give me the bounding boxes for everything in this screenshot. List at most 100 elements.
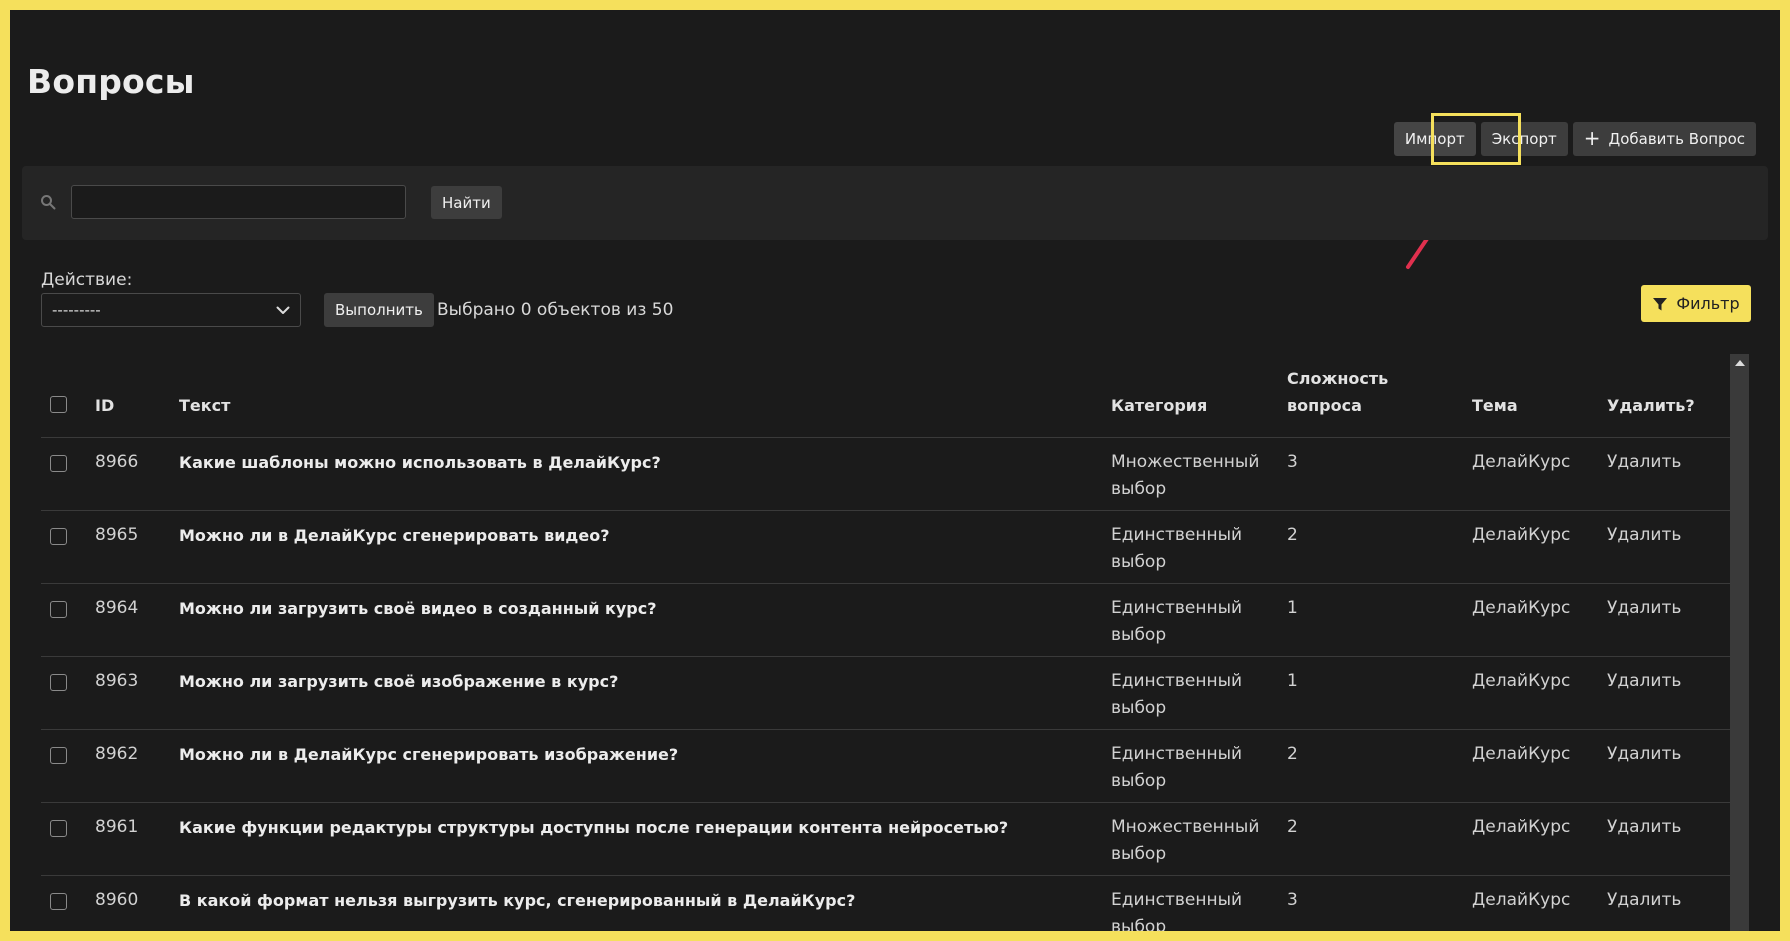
row-delete-link[interactable]: Удалить [1607, 522, 1681, 549]
row-category: Единственный выбор [1111, 887, 1271, 931]
row-id[interactable]: 8961 [95, 814, 138, 841]
row-category-line2: выбор [1111, 844, 1167, 864]
table-row: 8960 В какой формат нельзя выгрузить кур… [41, 876, 1730, 931]
row-text[interactable]: Можно ли в ДелайКурс сгенерировать изобр… [179, 741, 678, 768]
header-difficulty-line1: Сложность [1287, 369, 1389, 388]
row-id[interactable]: 8966 [95, 449, 138, 476]
chevron-down-icon [276, 306, 290, 314]
row-difficulty: 3 [1287, 890, 1298, 910]
row-text[interactable]: Можно ли загрузить своё изображение в ку… [179, 668, 618, 695]
search-input[interactable] [71, 185, 406, 219]
row-id[interactable]: 8960 [95, 887, 138, 914]
table-row: 8962 Можно ли в ДелайКурс сгенерировать … [41, 730, 1730, 803]
row-difficulty: 1 [1287, 598, 1298, 618]
scroll-up-icon[interactable] [1735, 360, 1745, 366]
header-text[interactable]: Текст [179, 392, 230, 419]
row-topic: ДелайКурс [1472, 671, 1571, 691]
row-delete-link[interactable]: Удалить [1607, 741, 1681, 768]
row-category-line1: Множественный [1111, 452, 1260, 472]
action-label: Действие: [41, 270, 133, 290]
row-delete-link[interactable]: Удалить [1607, 595, 1681, 622]
row-text[interactable]: Можно ли в ДелайКурс сгенерировать видео… [179, 522, 609, 549]
table-row: 8963 Можно ли загрузить своё изображение… [41, 657, 1730, 730]
row-difficulty: 2 [1287, 817, 1298, 837]
filter-button[interactable]: Фильтр [1641, 285, 1751, 322]
row-difficulty: 1 [1287, 671, 1298, 691]
row-id[interactable]: 8965 [95, 522, 138, 549]
row-delete-link[interactable]: Удалить [1607, 887, 1681, 914]
table-row: 8964 Можно ли загрузить своё видео в соз… [41, 584, 1730, 657]
table-row: 8966 Какие шаблоны можно использовать в … [41, 438, 1730, 511]
questions-table: ID Текст Категория Сложность вопроса Тем… [41, 354, 1730, 931]
row-topic: ДелайКурс [1472, 890, 1571, 910]
search-button[interactable]: Найти [431, 186, 502, 219]
search-bar: Найти [22, 166, 1768, 240]
header-difficulty-line2: вопроса [1287, 396, 1362, 415]
row-category-line1: Множественный [1111, 817, 1260, 837]
app-frame: Вопросы Импорт Экспорт + Добавить Вопрос… [10, 10, 1780, 931]
row-topic: ДелайКурс [1472, 525, 1571, 545]
select-all-checkbox[interactable] [50, 396, 67, 413]
selected-count: Выбрано 0 объектов из 50 [437, 300, 674, 320]
table-row: 8965 Можно ли в ДелайКурс сгенерировать … [41, 511, 1730, 584]
row-category-line2: выбор [1111, 552, 1167, 572]
row-category-line1: Единственный [1111, 525, 1243, 545]
row-category-line2: выбор [1111, 625, 1167, 645]
row-category-line2: выбор [1111, 771, 1167, 791]
row-category: Множественный выбор [1111, 449, 1271, 503]
row-category: Множественный выбор [1111, 814, 1271, 868]
row-category: Единственный выбор [1111, 741, 1271, 795]
row-checkbox[interactable] [50, 455, 67, 472]
add-question-button[interactable]: + Добавить Вопрос [1572, 122, 1756, 156]
row-category-line1: Единственный [1111, 744, 1243, 764]
plus-icon: + [1583, 126, 1601, 150]
search-icon [41, 195, 56, 210]
row-delete-link[interactable]: Удалить [1607, 814, 1681, 841]
row-checkbox[interactable] [50, 601, 67, 618]
row-category: Единственный выбор [1111, 522, 1271, 576]
row-category-line2: выбор [1111, 698, 1167, 718]
row-checkbox[interactable] [50, 528, 67, 545]
row-category: Единственный выбор [1111, 668, 1271, 722]
row-difficulty: 2 [1287, 744, 1298, 764]
row-topic: ДелайКурс [1472, 452, 1571, 472]
table-row: 8961 Какие функции редактуры структуры д… [41, 803, 1730, 876]
row-category-line1: Единственный [1111, 598, 1243, 618]
row-topic: ДелайКурс [1472, 744, 1571, 764]
row-category-line1: Единственный [1111, 890, 1243, 910]
row-category-line2: выбор [1111, 479, 1167, 499]
row-id[interactable]: 8964 [95, 595, 138, 622]
row-id[interactable]: 8962 [95, 741, 138, 768]
row-checkbox[interactable] [50, 747, 67, 764]
row-text[interactable]: Какие шаблоны можно использовать в Делай… [179, 449, 661, 476]
row-category-line2: выбор [1111, 917, 1167, 931]
header-delete: Удалить? [1607, 396, 1695, 415]
table-scrollbar[interactable] [1730, 354, 1749, 931]
row-category-line1: Единственный [1111, 671, 1243, 691]
table-header: ID Текст Категория Сложность вопроса Тем… [41, 354, 1730, 438]
header-topic[interactable]: Тема [1472, 392, 1518, 419]
row-delete-link[interactable]: Удалить [1607, 449, 1681, 476]
row-checkbox[interactable] [50, 674, 67, 691]
action-select[interactable]: --------- [41, 293, 301, 327]
row-difficulty: 3 [1287, 452, 1298, 472]
row-text[interactable]: В какой формат нельзя выгрузить курс, сг… [179, 887, 855, 914]
row-text[interactable]: Можно ли загрузить своё видео в созданны… [179, 595, 657, 622]
action-select-value: --------- [52, 301, 101, 319]
filter-label: Фильтр [1676, 294, 1740, 313]
row-topic: ДелайКурс [1472, 817, 1571, 837]
header-category[interactable]: Категория [1111, 392, 1271, 419]
row-checkbox[interactable] [50, 820, 67, 837]
row-id[interactable]: 8963 [95, 668, 138, 695]
filter-icon [1653, 297, 1668, 310]
header-id[interactable]: ID [95, 392, 114, 419]
row-topic: ДелайКурс [1472, 598, 1571, 618]
row-text[interactable]: Какие функции редактуры структуры доступ… [179, 814, 1008, 841]
add-question-label: Добавить Вопрос [1608, 130, 1746, 148]
execute-button[interactable]: Выполнить [324, 293, 434, 327]
row-checkbox[interactable] [50, 893, 67, 910]
row-difficulty: 2 [1287, 525, 1298, 545]
header-difficulty[interactable]: Сложность вопроса [1287, 365, 1417, 419]
row-category: Единственный выбор [1111, 595, 1271, 649]
row-delete-link[interactable]: Удалить [1607, 668, 1681, 695]
